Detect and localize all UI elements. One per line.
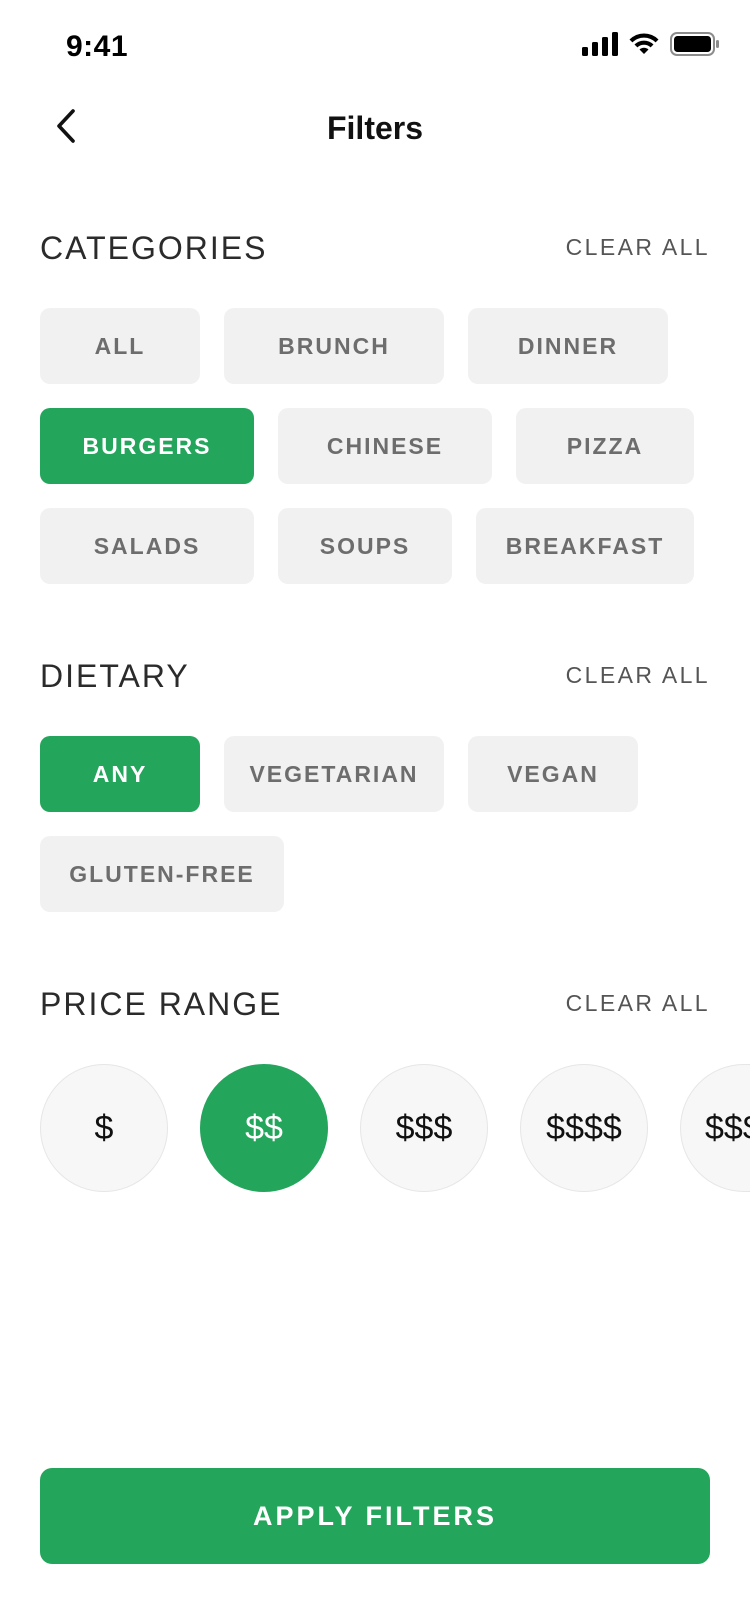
page-title: Filters [326, 110, 424, 146]
price-range-title: PRICE RANGE [40, 986, 283, 1022]
nav-bar: Filters [0, 94, 750, 170]
battery-icon [670, 32, 720, 61]
categories-title: CATEGORIES [40, 230, 268, 266]
apply-filters-button[interactable]: APPLY FILTERS [40, 1468, 710, 1564]
categories-header: CATEGORIES CLEAR ALL [40, 230, 710, 270]
dietary-chip-vegan[interactable]: VEGAN [468, 736, 638, 812]
status-time: 9:41 [66, 30, 129, 63]
status-bar: 9:41 [0, 0, 750, 94]
price-option-1[interactable]: $ [40, 1064, 168, 1192]
price-option-5[interactable]: $$$$$ [680, 1064, 750, 1192]
cellular-signal-icon [582, 32, 618, 61]
price-range-header: PRICE RANGE CLEAR ALL [40, 986, 710, 1026]
category-chip-salads[interactable]: SALADS [40, 508, 254, 584]
price-range-clear-all-button[interactable]: CLEAR ALL [566, 990, 710, 1017]
dietary-header: DIETARY CLEAR ALL [40, 658, 710, 698]
category-chip-burgers[interactable]: BURGERS [40, 408, 254, 484]
category-chip-brunch[interactable]: BRUNCH [224, 308, 444, 384]
dietary-chip-gluten-free[interactable]: GLUTEN-FREE [40, 836, 284, 912]
dietary-clear-all-button[interactable]: CLEAR ALL [566, 662, 710, 689]
category-chip-chinese[interactable]: CHINESE [278, 408, 492, 484]
dietary-chip-vegetarian[interactable]: VEGETARIAN [224, 736, 444, 812]
category-chip-soups[interactable]: SOUPS [278, 508, 452, 584]
category-chip-breakfast[interactable]: BREAKFAST [476, 508, 694, 584]
categories-clear-all-button[interactable]: CLEAR ALL [566, 234, 710, 261]
dietary-title: DIETARY [40, 658, 190, 694]
price-option-4[interactable]: $$$$ [520, 1064, 648, 1192]
dietary-chip-any[interactable]: ANY [40, 736, 200, 812]
wifi-icon [628, 32, 660, 61]
price-option-2[interactable]: $$ [200, 1064, 328, 1192]
price-option-3[interactable]: $$$ [360, 1064, 488, 1192]
status-icons [582, 32, 720, 61]
category-chip-pizza[interactable]: PIZZA [516, 408, 694, 484]
category-chip-all[interactable]: ALL [40, 308, 200, 384]
category-chip-dinner[interactable]: DINNER [468, 308, 668, 384]
